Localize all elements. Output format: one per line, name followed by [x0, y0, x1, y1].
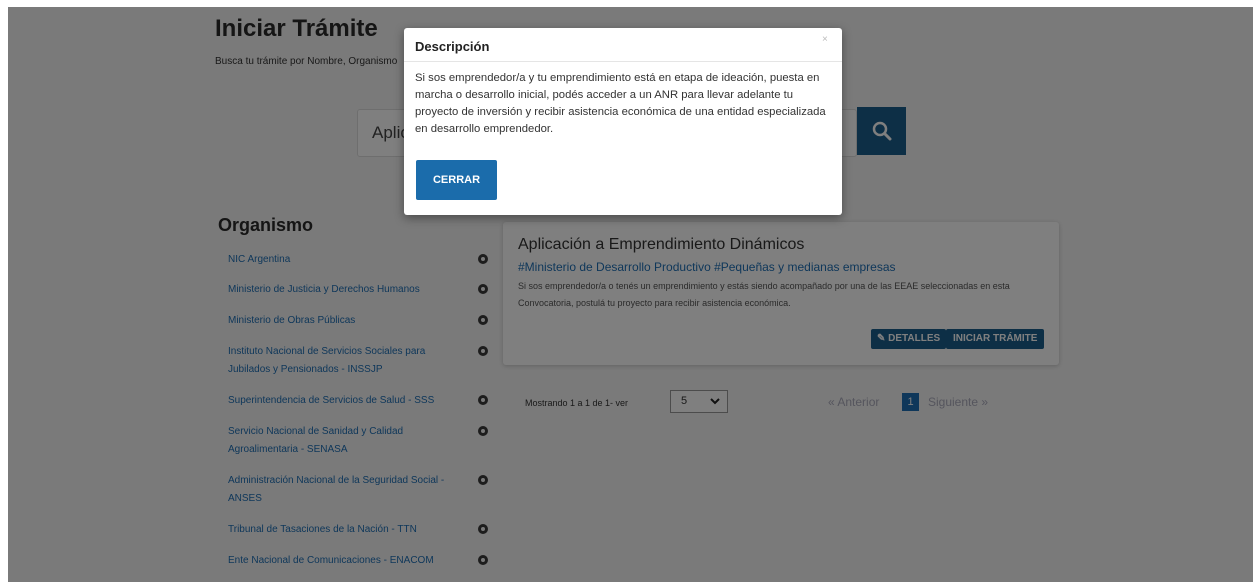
modal-title: Descripción: [415, 39, 490, 54]
modal-body: Si sos emprendedor/a y tu emprendimiento…: [415, 72, 826, 135]
close-button[interactable]: CERRAR: [416, 160, 497, 200]
description-modal: Descripción × Si sos emprendedor/a y tu …: [404, 28, 842, 215]
modal-divider: [404, 61, 842, 62]
close-icon[interactable]: ×: [822, 34, 828, 45]
